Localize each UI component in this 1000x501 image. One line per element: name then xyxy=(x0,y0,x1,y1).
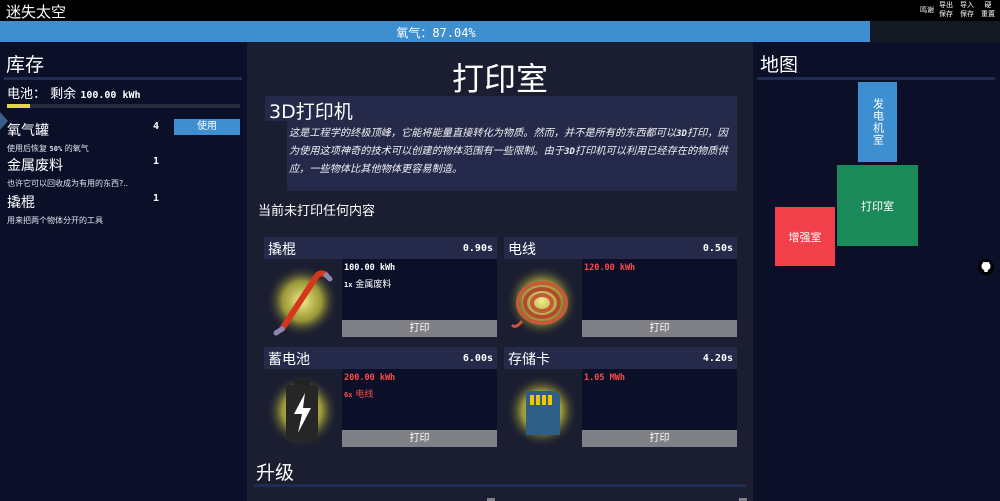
inventory-item-desc: 用来把两个物体分开的工具 xyxy=(7,216,103,225)
top-bar: 迷失太空 鸣谢 导出 保存 导入 保存 硬 重置 xyxy=(0,0,1000,21)
map-panel: 地图 发电机室 打印室 增强室 xyxy=(753,42,1000,501)
printer-description-box: 这是工程学的终极顶峰，它能将能量直接转化为物质。然而，并不是所有的东西都可以3D… xyxy=(287,121,737,191)
github-icon[interactable] xyxy=(978,259,994,275)
recipe-card-battery: 蓄电池 6.00s 200.00 kWh 6x 电线 打印 xyxy=(264,347,497,452)
desc-text: 使用后恢复 xyxy=(7,144,47,153)
printer-name: 3D打印机 xyxy=(269,101,353,123)
desc-text: 的氧气 xyxy=(64,144,89,153)
wire-coil-icon xyxy=(504,259,582,342)
desc-text: 这是工程学的终极顶峰，它能将能量直接转化为物质。然而，并不是所有的东西都可以 xyxy=(289,128,677,139)
map-room-generator[interactable]: 发电机室 xyxy=(858,82,897,162)
recipe-card-crowbar: 撬棍 0.90s 100.00 kWh 1x 金属废料 打印 xyxy=(264,237,497,342)
desc-highlight: 3D xyxy=(676,129,687,139)
battery-bar xyxy=(7,104,240,108)
recipe-header: 存储卡 4.20s xyxy=(504,347,737,369)
recipe-material: 6x 电线 xyxy=(344,387,373,400)
import-save-button[interactable]: 导入 保存 xyxy=(958,1,976,19)
recipe-requirements: 1.05 MWh xyxy=(582,369,737,430)
battery-remaining-text: 剩余 xyxy=(50,87,77,102)
room-panel: 打印室 3D打印机 这是工程学的终极顶峰，它能将能量直接转化为物质。然而，并不是… xyxy=(247,42,753,501)
recipe-name: 蓄电池 xyxy=(268,352,310,368)
battery-status: 电池： 剩余 100.00 kWh xyxy=(7,83,141,102)
app-title: 迷失太空 xyxy=(6,3,67,21)
room-title: 打印室 xyxy=(451,60,548,98)
recipe-requirements: 120.00 kWh xyxy=(582,259,737,320)
battery-icon xyxy=(264,369,342,452)
recipe-header: 电线 0.50s xyxy=(504,237,737,259)
print-memory-card-button[interactable]: 打印 xyxy=(582,430,737,447)
desc-number: 50% xyxy=(49,145,63,153)
recipe-header: 蓄电池 6.00s xyxy=(264,347,497,369)
recipe-energy-cost: 1.05 MWh xyxy=(584,373,625,383)
recipe-energy-cost: 200.00 kWh xyxy=(344,373,396,383)
material-name: 金属废料 xyxy=(355,280,392,290)
memory-card-icon xyxy=(504,369,582,452)
use-oxygen-tank-button[interactable]: 使用 xyxy=(174,119,240,135)
upgrades-title: 升级 xyxy=(256,462,295,484)
recipe-card-wire: 电线 0.50s 120.00 kWh 打印 xyxy=(504,237,737,342)
inventory-item-scrap-metal: 金属废料 1 也许它可以回收成为有用的东西?.. xyxy=(7,155,242,189)
inventory-panel: 库存 电池： 剩余 100.00 kWh 氧气罐 4 使用后恢复 50% 的氧气… xyxy=(0,42,247,501)
recipe-energy-cost: 120.00 kWh xyxy=(584,263,636,273)
recipe-name: 电线 xyxy=(508,242,536,258)
recipe-name: 撬棍 xyxy=(268,242,296,258)
print-battery-button[interactable]: 打印 xyxy=(342,430,497,447)
recipe-material: 1x 金属废料 xyxy=(344,277,391,290)
oxygen-label: 氧气：87.04% xyxy=(396,26,476,40)
inventory-divider xyxy=(4,77,242,80)
map-room-enhance[interactable]: 增强室 xyxy=(775,207,835,266)
hard-reset-button[interactable]: 硬 重置 xyxy=(979,1,997,19)
recipe-requirements: 100.00 kWh 1x 金属废料 xyxy=(342,259,497,320)
recipe-time: 0.90s xyxy=(462,243,493,254)
print-status: 当前未打印任何内容 xyxy=(258,204,376,219)
map-room-printer[interactable]: 打印室 xyxy=(837,165,918,246)
inventory-item-count: 4 xyxy=(153,121,160,132)
recipe-name: 存储卡 xyxy=(508,352,550,368)
battery-fill xyxy=(7,104,31,108)
recipe-time: 0.50s xyxy=(702,243,733,254)
inventory-item-name: 撬棍 xyxy=(7,195,35,211)
material-qty: 1x xyxy=(344,281,353,289)
material-name: 电线 xyxy=(355,390,374,400)
upgrades-divider xyxy=(254,484,746,487)
recipe-header: 撬棍 0.90s xyxy=(264,237,497,259)
crowbar-icon xyxy=(264,259,342,342)
recipe-energy-cost: 100.00 kWh xyxy=(344,263,396,273)
print-crowbar-button[interactable]: 打印 xyxy=(342,320,497,337)
print-wire-button[interactable]: 打印 xyxy=(582,320,737,337)
inventory-item-count: 1 xyxy=(153,193,160,204)
battery-value: 100.00 kWh xyxy=(80,90,141,101)
map-title: 地图 xyxy=(760,54,799,76)
oxygen-bar: 氧气：87.04% xyxy=(0,21,1000,42)
inventory-title: 库存 xyxy=(6,54,45,76)
recipe-time: 6.00s xyxy=(462,353,493,364)
desc-highlight: 3D xyxy=(564,147,575,157)
inventory-item-count: 1 xyxy=(153,156,160,167)
recipe-card-memory-card: 存储卡 4.20s 1.05 MWh 打印 xyxy=(504,347,737,452)
export-save-button[interactable]: 导出 保存 xyxy=(937,1,955,19)
recipe-requirements: 200.00 kWh 6x 电线 xyxy=(342,369,497,430)
material-qty: 6x xyxy=(344,391,353,399)
inventory-item-name: 金属废料 xyxy=(7,158,63,174)
credits-button[interactable]: 鸣谢 xyxy=(917,6,937,15)
battery-label: 电池： xyxy=(7,87,47,102)
inventory-item-desc: 使用后恢复 50% 的氧气 xyxy=(7,143,242,154)
inventory-item-crowbar: 撬棍 1 用来把两个物体分开的工具 xyxy=(7,192,242,226)
printer-header: 3D打印机 xyxy=(265,96,737,123)
recipe-time: 4.20s xyxy=(702,353,733,364)
printer-description: 这是工程学的终极顶峰，它能将能量直接转化为物质。然而，并不是所有的东西都可以3D… xyxy=(289,125,735,178)
map-divider xyxy=(757,77,995,80)
inventory-item-desc: 也许它可以回收成为有用的东西?.. xyxy=(7,179,129,188)
